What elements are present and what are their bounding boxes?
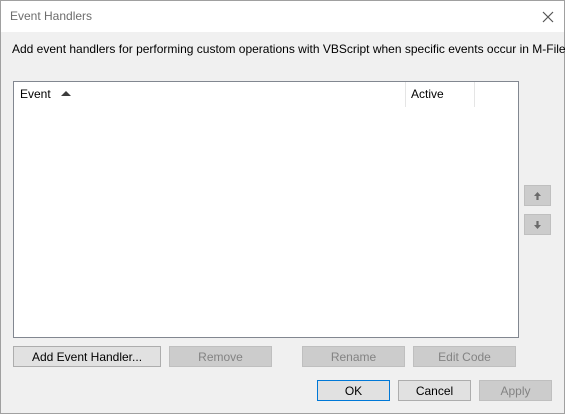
move-up-button[interactable] xyxy=(524,185,551,206)
close-button[interactable] xyxy=(532,1,564,32)
apply-button[interactable]: Apply xyxy=(479,380,552,401)
arrow-up-icon xyxy=(534,191,541,200)
sort-ascending-icon xyxy=(61,91,71,96)
title-bar: Event Handlers xyxy=(1,1,564,32)
remove-button[interactable]: Remove xyxy=(169,346,272,367)
close-icon xyxy=(542,11,554,22)
column-header-event-label: Event xyxy=(20,87,51,101)
window-title: Event Handlers xyxy=(10,9,93,23)
edit-code-button[interactable]: Edit Code xyxy=(413,346,516,367)
move-down-button[interactable] xyxy=(524,214,551,235)
description-text: Add event handlers for performing custom… xyxy=(12,42,565,56)
arrow-down-icon xyxy=(534,220,541,229)
rename-button[interactable]: Rename xyxy=(302,346,405,367)
list-header: Event Active xyxy=(14,82,518,107)
column-header-active[interactable]: Active xyxy=(406,82,475,107)
add-event-handler-button[interactable]: Add Event Handler... xyxy=(13,346,161,367)
ok-button[interactable]: OK xyxy=(317,380,390,401)
event-handlers-dialog: Event Handlers Add event handlers for pe… xyxy=(0,0,565,414)
cancel-button[interactable]: Cancel xyxy=(398,380,471,401)
column-header-active-label: Active xyxy=(411,87,444,101)
event-handlers-list[interactable]: Event Active xyxy=(13,81,519,338)
column-header-event[interactable]: Event xyxy=(14,82,406,107)
